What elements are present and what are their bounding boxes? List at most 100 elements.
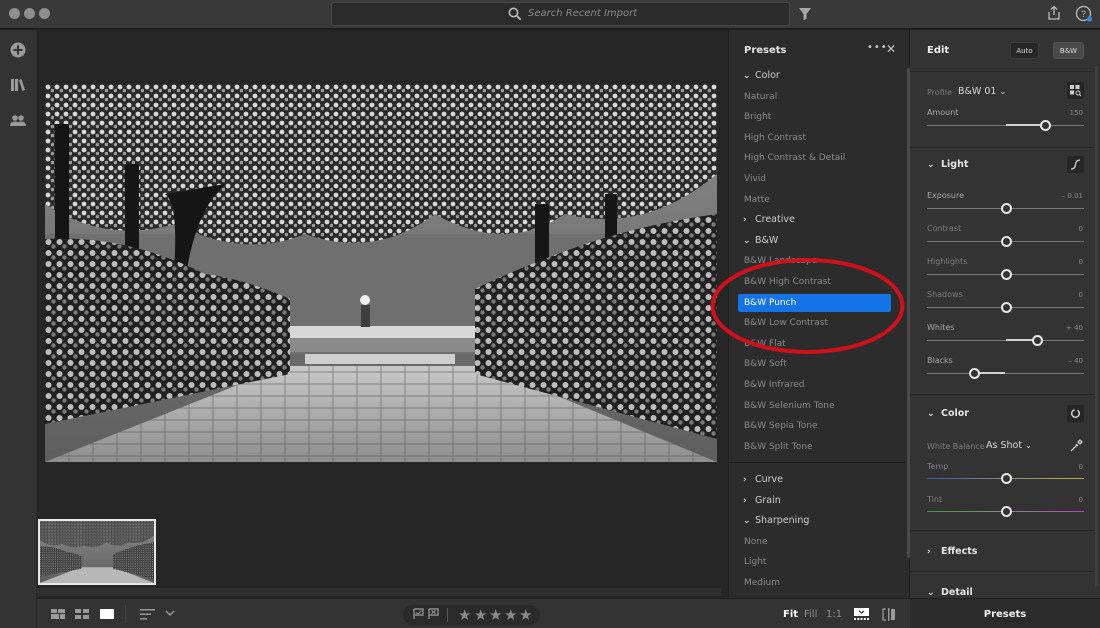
edit-panel: Edit Auto B&W Profile B&W 01 ⌄ Amount 15… [910,30,1100,598]
effects-section-header[interactable]: › Effects [927,546,977,557]
slider-thumb[interactable] [969,368,981,379]
window-minimize-button[interactable] [24,8,35,19]
white-balance-dropdown[interactable]: As Shot ⌄ [986,440,1032,451]
slider-thumb[interactable] [1039,120,1051,131]
profile-dropdown[interactable]: B&W 01 ⌄ [958,86,1006,97]
chevron-right-icon: › [743,215,747,226]
edit-scrollbar[interactable] [1095,66,1098,586]
preset-item[interactable]: Matte [744,192,770,208]
preset-item[interactable]: None [744,534,767,550]
preset-item[interactable]: B&W Split Tone [744,439,812,455]
toolbar-divider [125,605,126,623]
zoom-fill-button[interactable]: Fill [804,609,817,620]
color-section-header[interactable]: ⌄ Color [927,408,969,419]
slider-thumb[interactable] [1000,236,1012,247]
slider-thumb[interactable] [1000,473,1012,484]
close-icon[interactable]: ✕ [886,42,896,56]
preset-item[interactable]: B&W Flat [744,336,786,352]
filter-icon[interactable] [798,7,812,21]
slider-thumb[interactable] [1000,302,1012,313]
preset-item-label: B&W Split Tone [744,441,813,452]
detail-section-header[interactable]: ⌄ Detail [927,587,973,598]
preset-item[interactable]: B&W Soft [744,356,787,372]
library-icon[interactable] [9,76,27,94]
chevron-down-icon[interactable] [165,610,175,617]
blacks-slider[interactable] [927,368,1084,379]
eyedropper-icon[interactable] [1068,438,1084,454]
preset-item[interactable]: B&W Selenium Tone [744,398,835,414]
single-view-icon[interactable] [100,609,114,619]
preset-item[interactable]: Vivid [744,171,766,187]
reject-flag-icon[interactable] [428,608,440,620]
auto-button[interactable]: Auto [1010,42,1039,59]
grid-icon[interactable] [75,609,89,619]
zoom-1to1-button[interactable]: 1:1 [826,609,842,620]
preset-group-header[interactable]: › Grain [743,493,781,509]
filmstrip-scrollbar[interactable] [37,588,721,596]
preset-item[interactable]: Bright [744,109,771,125]
pick-flag-icon[interactable] [413,608,425,620]
search-input[interactable]: Search Recent Import [331,2,790,26]
whites-slider[interactable] [927,335,1084,346]
filmstrip-thumbnail[interactable] [38,519,156,585]
contrast-slider[interactable] [927,236,1084,247]
star-rating-5[interactable]: ★ [519,605,532,625]
preset-item[interactable]: B&W Infrared [744,377,804,393]
help-icon[interactable]: ? [1075,5,1093,23]
presets-tab-button[interactable]: Presets [910,598,1100,628]
preset-item[interactable]: High Contrast [744,130,806,146]
tint-value: 0 [1078,496,1083,504]
star-rating-1[interactable]: ★ [458,605,471,625]
preset-group-label: Sharpening [755,515,810,527]
zoom-fit-button[interactable]: Fit [783,609,798,620]
exposure-slider[interactable] [927,203,1084,214]
square-grid-icon[interactable] [51,609,65,619]
bw-button[interactable]: B&W [1053,42,1084,59]
edit-divider [910,394,1094,395]
photo-preview[interactable] [45,84,717,462]
window-close-button[interactable] [9,8,20,19]
preset-item[interactable]: Medium [744,575,780,591]
compare-view-icon[interactable] [882,608,896,621]
search-placeholder: Search Recent Import [528,8,638,19]
sort-icon[interactable] [140,609,156,620]
tint-slider[interactable] [927,506,1084,517]
light-section-header[interactable]: ⌄ Light [927,159,968,170]
preset-group-header[interactable]: ⌄ B&W [743,233,778,249]
people-icon[interactable] [9,112,27,130]
amount-slider[interactable] [927,120,1084,131]
slider-thumb[interactable] [1000,269,1012,280]
preset-item[interactable]: High Contrast & Detail [744,150,845,166]
highlights-slider[interactable] [927,269,1084,280]
star-rating-2[interactable]: ★ [474,605,487,625]
slider-thumb[interactable] [1031,335,1043,346]
preset-item[interactable]: B&W Sepia Tone [744,418,818,434]
slider-thumb[interactable] [1000,203,1012,214]
preset-item[interactable]: B&W Low Contrast [744,315,828,331]
preset-item[interactable]: B&W High Contrast [744,274,831,290]
preset-item-label: Natural [744,91,778,102]
slider-thumb[interactable] [1000,506,1012,517]
color-wheel-icon [1070,408,1080,418]
preset-item[interactable]: Natural [744,89,777,105]
preset-group-header[interactable]: ⌄ Sharpening [743,513,809,529]
temp-slider[interactable] [927,473,1084,484]
more-options-icon[interactable]: ••• [867,42,888,53]
preset-group-header[interactable]: › Curve [743,472,783,488]
profile-browser-button[interactable] [1067,82,1084,99]
color-mixer-button[interactable] [1067,405,1084,422]
preset-item[interactable]: B&W Landscape [744,253,817,269]
preset-group-header[interactable]: ⌄ Color [743,68,780,84]
preset-item-selected[interactable]: B&W Punch [738,293,891,312]
tone-curve-button[interactable] [1067,156,1084,173]
shadows-slider[interactable] [927,302,1084,313]
preset-group-header[interactable]: › Creative [743,212,795,228]
filmstrip-toggle-icon[interactable] [854,608,869,621]
window-zoom-button[interactable] [39,8,50,19]
star-rating-3[interactable]: ★ [489,605,502,625]
star-rating-4[interactable]: ★ [504,605,517,625]
share-icon[interactable] [1047,5,1061,21]
add-photos-icon[interactable] [9,41,27,59]
shadows-value: 0 [1078,291,1083,299]
preset-item[interactable]: Light [744,554,766,570]
